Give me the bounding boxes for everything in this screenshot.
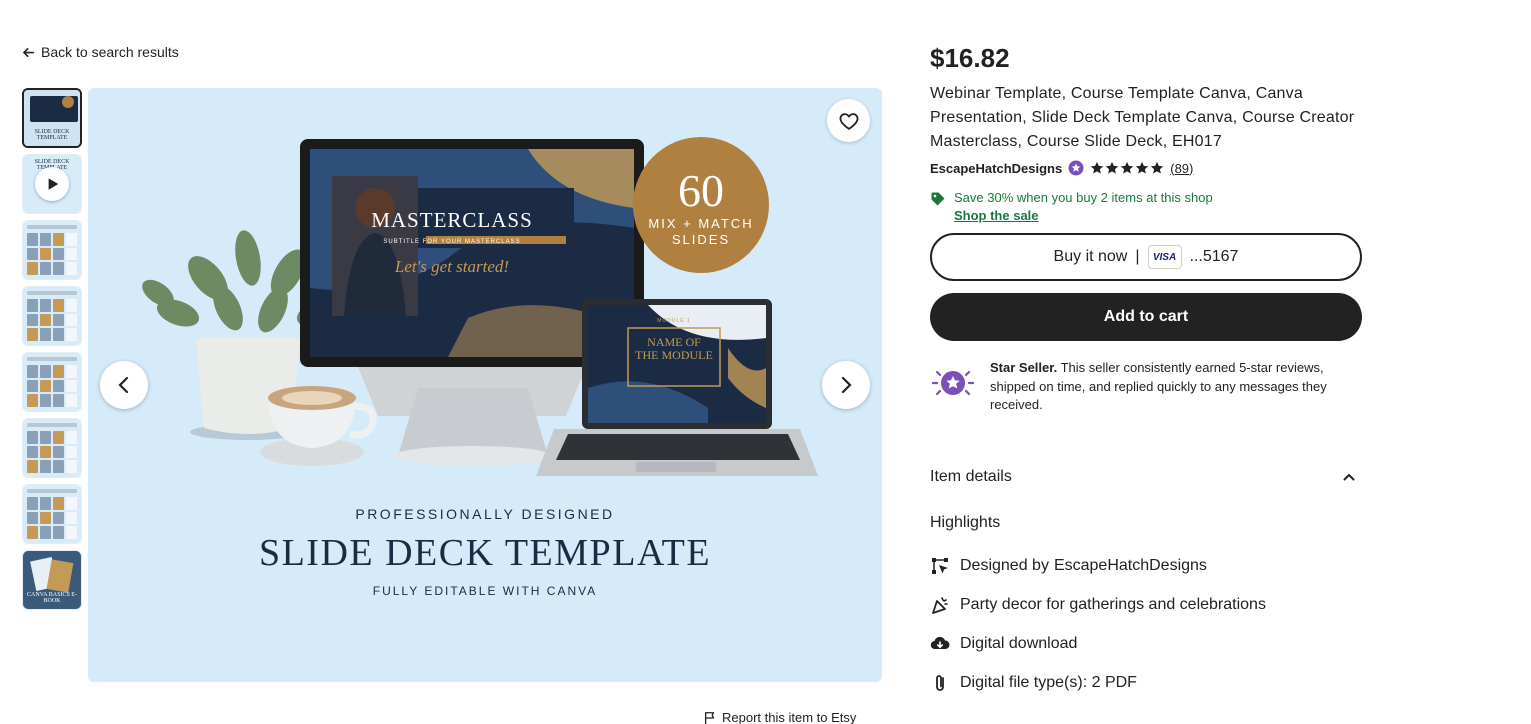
item-details-label: Item details <box>930 467 1012 485</box>
listing-info-panel: $16.82 Webinar Template, Course Template… <box>930 40 1362 703</box>
seller-row: EscapeHatchDesigns (89) <box>930 160 1362 176</box>
review-count-link[interactable]: (89) <box>1170 161 1193 176</box>
back-to-search-link[interactable]: Back to search results <box>22 44 179 60</box>
visa-card-icon: VISA <box>1147 245 1182 269</box>
highlight-download: Digital download <box>930 625 1362 664</box>
design-tool-icon <box>932 558 948 574</box>
laptop-label: MODULE 1 <box>657 318 691 324</box>
main-listing-image: MASTERCLASS SUBTITLE FOR YOUR MASTERCLAS… <box>88 88 882 682</box>
thumbnail-5[interactable] <box>22 352 82 412</box>
star-icon <box>1106 161 1119 174</box>
highlight-party: Party decor for gatherings and celebrati… <box>930 586 1362 625</box>
favorite-button[interactable] <box>827 99 870 142</box>
heart-icon <box>839 112 858 130</box>
back-link-label: Back to search results <box>41 44 179 60</box>
thumbnail-strip: SLIDE DECK TEMPLATE SLIDE DECK TEMPLATE … <box>22 88 82 610</box>
thumbnail-7[interactable] <box>22 484 82 544</box>
item-details-toggle[interactable]: Item details <box>930 465 1362 489</box>
badge-number: 60 <box>678 165 724 216</box>
report-label: Report this item to Etsy <box>722 710 857 724</box>
rating-stars <box>1090 161 1164 175</box>
next-image-button[interactable] <box>822 361 870 409</box>
highlight-party-text: Party decor for gatherings and celebrati… <box>960 596 1266 613</box>
sale-promo: Save 30% when you buy 2 items at this sh… <box>930 190 1362 223</box>
hero-screen-subtitle: SUBTITLE FOR YOUR MASTERCLASS <box>383 239 521 245</box>
hero-subline: FULLY EDITABLE WITH CANVA <box>372 584 598 598</box>
highlight-file-type-text: Digital file type(s): 2 PDF <box>960 674 1137 691</box>
star-icon <box>1121 161 1134 174</box>
seller-name-link[interactable]: EscapeHatchDesigns <box>930 161 1062 176</box>
thumbnail-6[interactable] <box>22 418 82 478</box>
report-item-link[interactable]: Report this item to Etsy <box>703 710 856 724</box>
star-icon <box>1091 161 1104 174</box>
designed-by-seller-link[interactable]: EscapeHatchDesigns <box>1054 557 1207 575</box>
paperclip-icon <box>936 675 944 691</box>
sale-text: Save 30% when you buy 2 items at this sh… <box>954 190 1213 205</box>
highlights-list: Designed by EscapeHatchDesigns Party dec… <box>930 547 1362 703</box>
highlight-designed-by: Designed by EscapeHatchDesigns <box>930 547 1362 586</box>
buy-now-separator: | <box>1135 248 1140 265</box>
flag-icon <box>704 711 715 724</box>
thumbnail-1[interactable]: SLIDE DECK TEMPLATE <box>22 88 82 148</box>
star-icon <box>1136 161 1149 174</box>
cloud-download-icon <box>930 636 950 650</box>
star-icon <box>1151 161 1164 174</box>
star-seller-icon <box>931 370 975 396</box>
designed-by-prefix: Designed by <box>960 557 1049 574</box>
highlight-file-type: Digital file type(s): 2 PDF <box>930 664 1362 703</box>
arrow-left-icon <box>22 47 35 57</box>
tag-icon <box>931 192 945 206</box>
thumbnail-4[interactable] <box>22 286 82 346</box>
laptop-title-2: THE MODULE <box>635 348 713 362</box>
play-icon <box>35 167 69 201</box>
hero-screen-title: MASTERCLASS <box>371 208 533 232</box>
party-popper-icon <box>932 597 948 614</box>
star-seller-bold: Star Seller. <box>990 360 1058 375</box>
add-to-cart-button[interactable]: Add to cart <box>930 293 1362 341</box>
previous-image-button[interactable] <box>100 361 148 409</box>
thumbnail-video[interactable]: SLIDE DECK TEMPLATE <box>22 154 82 214</box>
badge-line2: SLIDES <box>671 232 731 247</box>
highlight-download-text: Digital download <box>960 635 1078 652</box>
hero-screen-script: Let's get started! <box>394 257 510 276</box>
thumbnail-3[interactable] <box>22 220 82 280</box>
buy-it-now-button[interactable]: Buy it now | VISA ...5167 <box>930 233 1362 281</box>
card-last4: ...5167 <box>1189 248 1239 265</box>
thumbnail-caption: CANVA BASICS E-BOOK <box>27 592 77 604</box>
chevron-right-icon <box>841 376 852 394</box>
price: $16.82 <box>930 43 1010 73</box>
listing-title: Webinar Template, Course Template Canva,… <box>930 85 1355 150</box>
shop-the-sale-link[interactable]: Shop the sale <box>954 208 1213 223</box>
badge-line1: MIX + MATCH <box>648 216 754 231</box>
star-seller-notice: Star Seller. This seller consistently ea… <box>930 359 1362 415</box>
thumbnail-caption: SLIDE DECK TEMPLATE <box>34 129 70 141</box>
hero-overline: PROFESSIONALLY DESIGNED <box>355 506 615 522</box>
thumbnail-8[interactable]: CANVA BASICS E-BOOK <box>22 550 82 610</box>
star-seller-badge-icon <box>1068 160 1084 176</box>
chevron-up-icon <box>1343 473 1355 480</box>
chevron-left-icon <box>118 376 129 394</box>
hero-headline: SLIDE DECK TEMPLATE <box>258 532 712 574</box>
buy-now-label: Buy it now <box>1053 248 1128 265</box>
highlights-heading: Highlights <box>930 513 1001 531</box>
